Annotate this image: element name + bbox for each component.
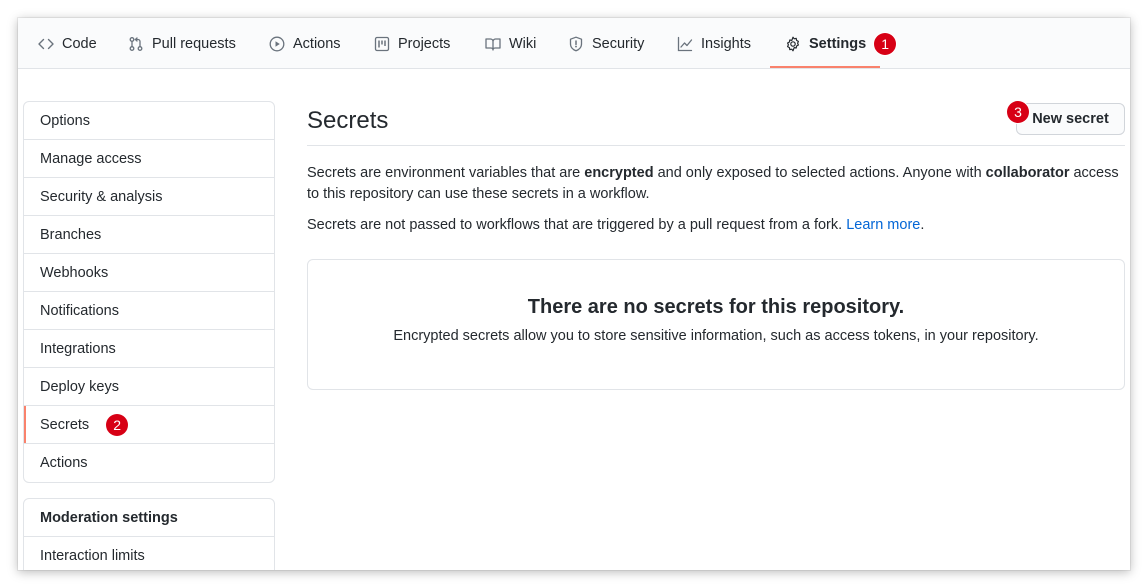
tab-insights[interactable]: Insights bbox=[677, 18, 751, 69]
fork-note-text: Secrets are not passed to workflows that… bbox=[307, 217, 847, 233]
description-emphasis: encrypted bbox=[584, 165, 654, 181]
description-text: and only exposed to selected actions. An… bbox=[653, 165, 986, 181]
sidebar-item-deploy-keys[interactable]: Deploy keys bbox=[24, 368, 274, 406]
sidebar-item-label: Deploy keys bbox=[40, 378, 119, 395]
sidebar-item-branches[interactable]: Branches bbox=[24, 216, 274, 254]
sidebar-item-security-analysis[interactable]: Security & analysis bbox=[24, 178, 274, 216]
tab-code[interactable]: Code bbox=[38, 18, 97, 69]
sidebar-item-label: Integrations bbox=[40, 340, 116, 357]
project-icon bbox=[374, 36, 390, 51]
fork-note: Secrets are not passed to workflows that… bbox=[307, 215, 1125, 236]
tab-label: Wiki bbox=[509, 35, 537, 52]
sidebar-item-label: Webhooks bbox=[40, 264, 109, 281]
empty-state-title: There are no secrets for this repository… bbox=[527, 296, 905, 318]
sidebar-item-interaction-limits[interactable]: Interaction limits bbox=[24, 537, 274, 570]
moderation-sidebar: Moderation settings Interaction limits bbox=[23, 498, 275, 570]
tab-security[interactable]: Security bbox=[568, 18, 644, 69]
sidebar-item-notifications[interactable]: Notifications bbox=[24, 292, 274, 330]
tab-label: Settings bbox=[809, 35, 867, 52]
tab-settings[interactable]: Settings 1 bbox=[785, 18, 897, 69]
tab-label: Security bbox=[592, 35, 645, 52]
sidebar-item-label: Interaction limits bbox=[40, 548, 145, 564]
sidebar-item-label: Branches bbox=[40, 226, 102, 243]
description-emphasis: collaborator bbox=[985, 165, 1070, 181]
description-text: Secrets are environment variables that a… bbox=[307, 165, 585, 181]
gear-icon bbox=[787, 36, 799, 51]
empty-state: There are no secrets for this repository… bbox=[307, 259, 1125, 390]
play-icon bbox=[269, 36, 285, 51]
sidebar-item-actions[interactable]: Actions bbox=[24, 444, 274, 482]
tab-label: Actions bbox=[293, 35, 341, 52]
step-badge-2: 2 bbox=[106, 413, 129, 436]
sidebar-heading-label: Moderation settings bbox=[40, 509, 178, 526]
pull-request-icon bbox=[129, 36, 143, 51]
active-tab-underline bbox=[770, 66, 880, 68]
sidebar-item-label: Actions bbox=[40, 455, 88, 471]
page-title: Secrets bbox=[307, 107, 389, 134]
tab-pull-requests[interactable]: Pull requests bbox=[128, 18, 236, 69]
settings-sidebar: Options Manage access Security & analysi… bbox=[23, 101, 275, 483]
tab-actions[interactable]: Actions bbox=[269, 18, 341, 69]
sidebar-heading-moderation: Moderation settings bbox=[24, 499, 274, 537]
shield-icon bbox=[569, 36, 583, 51]
browser-window: Code Pull requests Actions Projects Wiki… bbox=[18, 18, 1130, 570]
sidebar-item-integrations[interactable]: Integrations bbox=[24, 330, 274, 368]
tab-projects[interactable]: Projects bbox=[374, 18, 450, 69]
empty-state-description: Encrypted secrets allow you to store sen… bbox=[393, 328, 1039, 344]
learn-more-link[interactable]: Learn more bbox=[846, 217, 920, 233]
title-divider bbox=[307, 145, 1125, 146]
sidebar-item-webhooks[interactable]: Webhooks bbox=[24, 254, 274, 292]
book-icon bbox=[485, 37, 501, 51]
step-badge-1: 1 bbox=[874, 32, 897, 55]
sidebar-item-label: Options bbox=[40, 112, 90, 129]
sidebar-item-manage-access[interactable]: Manage access bbox=[24, 140, 274, 178]
secrets-description: Secrets are environment variables that a… bbox=[307, 163, 1125, 205]
tab-label: Code bbox=[62, 35, 97, 52]
tab-label: Pull requests bbox=[152, 35, 236, 52]
sidebar-item-label: Manage access bbox=[40, 150, 142, 167]
new-secret-button[interactable]: New secret bbox=[1016, 103, 1125, 135]
sidebar-item-label: Security & analysis bbox=[40, 188, 163, 205]
sidebar-item-secrets[interactable]: Secrets 2 bbox=[24, 406, 274, 444]
sidebar-item-label: Notifications bbox=[40, 302, 119, 319]
sidebar-item-options[interactable]: Options bbox=[24, 102, 274, 140]
step-badge-3: 3 bbox=[1007, 101, 1029, 123]
graph-icon bbox=[677, 36, 693, 51]
tab-label: Insights bbox=[701, 35, 751, 52]
repo-nav: Code Pull requests Actions Projects Wiki… bbox=[18, 18, 1130, 69]
tab-label: Projects bbox=[398, 35, 451, 52]
code-icon bbox=[38, 38, 54, 49]
sidebar-item-label: Secrets bbox=[40, 416, 90, 433]
fork-note-period: . bbox=[920, 217, 925, 233]
tab-wiki[interactable]: Wiki bbox=[485, 18, 536, 69]
